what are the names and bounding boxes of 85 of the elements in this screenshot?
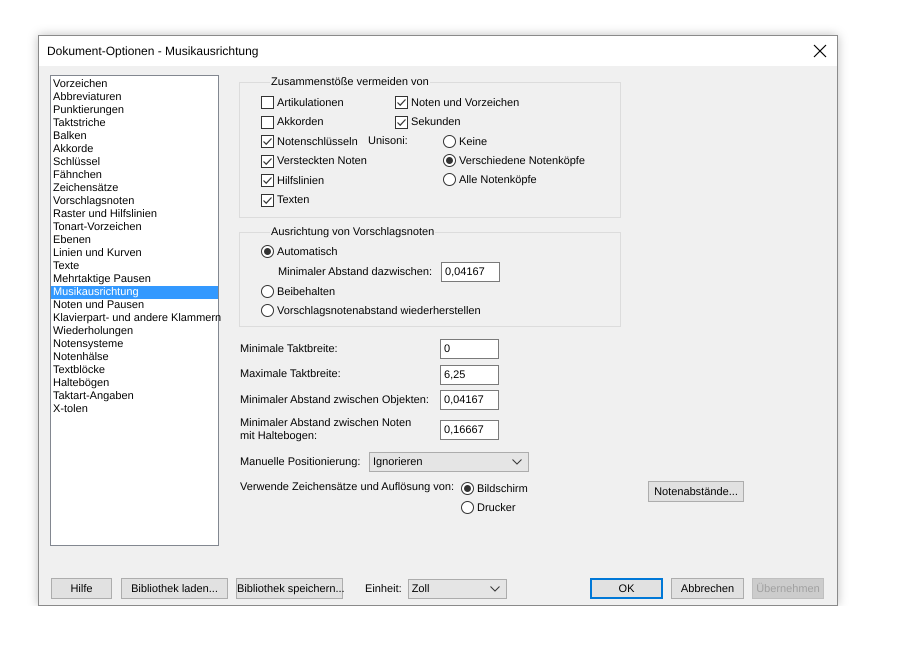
checkbox[interactable] xyxy=(261,174,274,188)
field-label: Minimaler Abstand dazwischen: xyxy=(278,266,434,278)
radio-label: Bildschirm xyxy=(477,482,528,494)
list-item[interactable]: Taktstriche xyxy=(51,117,218,130)
list-item[interactable]: Textblöcke xyxy=(51,364,218,377)
dropdown[interactable]: Ignorieren xyxy=(369,452,529,472)
list-item[interactable]: Tonart-Vorzeichen xyxy=(51,221,218,234)
radio-label: Vorschlagsnotenabstand wiederherstellen xyxy=(277,304,481,316)
group-title: Ausrichtung von Vorschlagsnoten xyxy=(270,225,436,239)
list-item[interactable]: Notensysteme xyxy=(51,338,218,351)
checkbox[interactable] xyxy=(395,96,408,110)
unit-dropdown[interactable]: Zoll xyxy=(408,578,507,598)
radio-label: Keine xyxy=(459,136,488,148)
list-item[interactable]: Taktart-Angaben xyxy=(51,390,218,403)
list-item[interactable]: Mehrtaktige Pausen xyxy=(51,273,218,286)
checkbox-label: Hilfslinien xyxy=(277,174,324,187)
checkbox-label: Texten xyxy=(277,194,310,206)
field-label: Minimaler Abstand zwischen Objekten: xyxy=(239,394,430,406)
list-item[interactable]: Vorzeichen xyxy=(51,78,218,91)
list-item[interactable]: Wiederholungen xyxy=(51,325,218,338)
radio-button[interactable] xyxy=(461,482,474,495)
list-item[interactable]: Notenhälse xyxy=(51,351,218,364)
input-field[interactable]: 0,04167 xyxy=(440,390,499,410)
unisoni-label: Unisoni: xyxy=(368,134,409,149)
checkbox-label: Notenschlüsseln xyxy=(277,136,358,148)
checkbox[interactable] xyxy=(261,96,274,110)
checkbox-label: Versteckten Noten xyxy=(277,155,367,168)
checkbox[interactable] xyxy=(261,154,274,168)
radio-button[interactable] xyxy=(461,501,474,514)
field-label: Manuelle Positionierung: xyxy=(240,456,362,468)
footer-button[interactable]: Hilfe xyxy=(51,578,112,599)
chevron-icon xyxy=(512,459,522,465)
radio-button[interactable] xyxy=(261,285,274,298)
radio-button[interactable] xyxy=(443,154,456,167)
list-item[interactable]: Punktierungen xyxy=(51,104,218,117)
radio-label: Automatisch xyxy=(277,246,338,258)
radio-label: Verschiedene Notenköpfe xyxy=(459,154,585,166)
radio-button[interactable] xyxy=(261,245,274,258)
window-title: Dokument-Optionen - Musikausrichtung xyxy=(47,44,260,58)
field-label: Maximale Taktbreite: xyxy=(239,368,342,381)
list-item[interactable]: Schlüssel xyxy=(51,156,218,169)
footer-button[interactable]: Bibliothek speichern... xyxy=(236,578,343,599)
group-title: Zusammenstöße vermeiden von xyxy=(270,75,430,89)
checkbox-label: Artikulationen xyxy=(277,96,344,109)
field-label: Minimale Taktbreite: xyxy=(239,342,339,356)
list-item[interactable]: Raster und Hilfslinien xyxy=(51,208,218,221)
dialog-button[interactable]: Abbrechen xyxy=(671,578,744,599)
list-item[interactable]: X-tolen xyxy=(51,403,218,416)
list-item[interactable]: Balken xyxy=(51,130,218,143)
checkbox[interactable] xyxy=(261,194,274,207)
list-item[interactable]: Vorschlagsnoten xyxy=(51,195,218,208)
input-field[interactable]: 0,04167 xyxy=(441,262,500,282)
input-field[interactable]: 0 xyxy=(440,339,499,359)
input-field[interactable]: 0,16667 xyxy=(440,420,499,440)
radio-button[interactable] xyxy=(443,135,456,148)
close-icon[interactable] xyxy=(813,44,827,58)
unit-label: Einheit: xyxy=(365,582,402,594)
checkbox[interactable] xyxy=(395,116,408,129)
field-label: Minimaler Abstand zwischen Noten mit Haltebogen: xyxy=(239,416,412,442)
list-item[interactable]: Noten und Pausen xyxy=(51,299,218,312)
list-item[interactable]: Abbreviaturen xyxy=(51,91,218,104)
list-item[interactable]: Akkorde xyxy=(51,143,218,156)
list-item[interactable]: Fähnchen xyxy=(51,169,218,182)
radio-label: Alle Notenköpfe xyxy=(459,174,537,186)
checkbox-label: Akkorden xyxy=(277,116,324,128)
radio-button[interactable] xyxy=(261,304,274,317)
radio-label: Drucker xyxy=(477,502,516,514)
checkbox-label: Noten und Vorzeichen xyxy=(411,96,520,109)
spacing-button[interactable]: Notenabstände... xyxy=(648,481,744,502)
list-item[interactable]: Haltebögen xyxy=(51,377,218,390)
list-item[interactable]: Klavierpart- und andere Klammern xyxy=(51,312,218,325)
checkbox[interactable] xyxy=(261,116,274,129)
checkbox[interactable] xyxy=(261,135,274,148)
field-label: Verwende Zeichensätze und Auflösung von: xyxy=(240,480,456,495)
list-item[interactable]: Ebenen xyxy=(51,234,218,247)
dialog-button[interactable]: OK xyxy=(590,578,663,599)
list-item[interactable]: Zeichensätze xyxy=(51,182,218,195)
radio-label: Beibehalten xyxy=(277,286,336,298)
checkbox-label: Sekunden xyxy=(411,116,461,128)
radio-button[interactable] xyxy=(443,173,456,186)
input-field[interactable]: 6,25 xyxy=(440,364,499,384)
footer-button[interactable]: Bibliothek laden... xyxy=(121,578,228,599)
list-item[interactable]: Linien und Kurven xyxy=(51,247,218,260)
chevron-icon xyxy=(490,586,500,592)
list-item[interactable]: Texte xyxy=(51,260,218,273)
